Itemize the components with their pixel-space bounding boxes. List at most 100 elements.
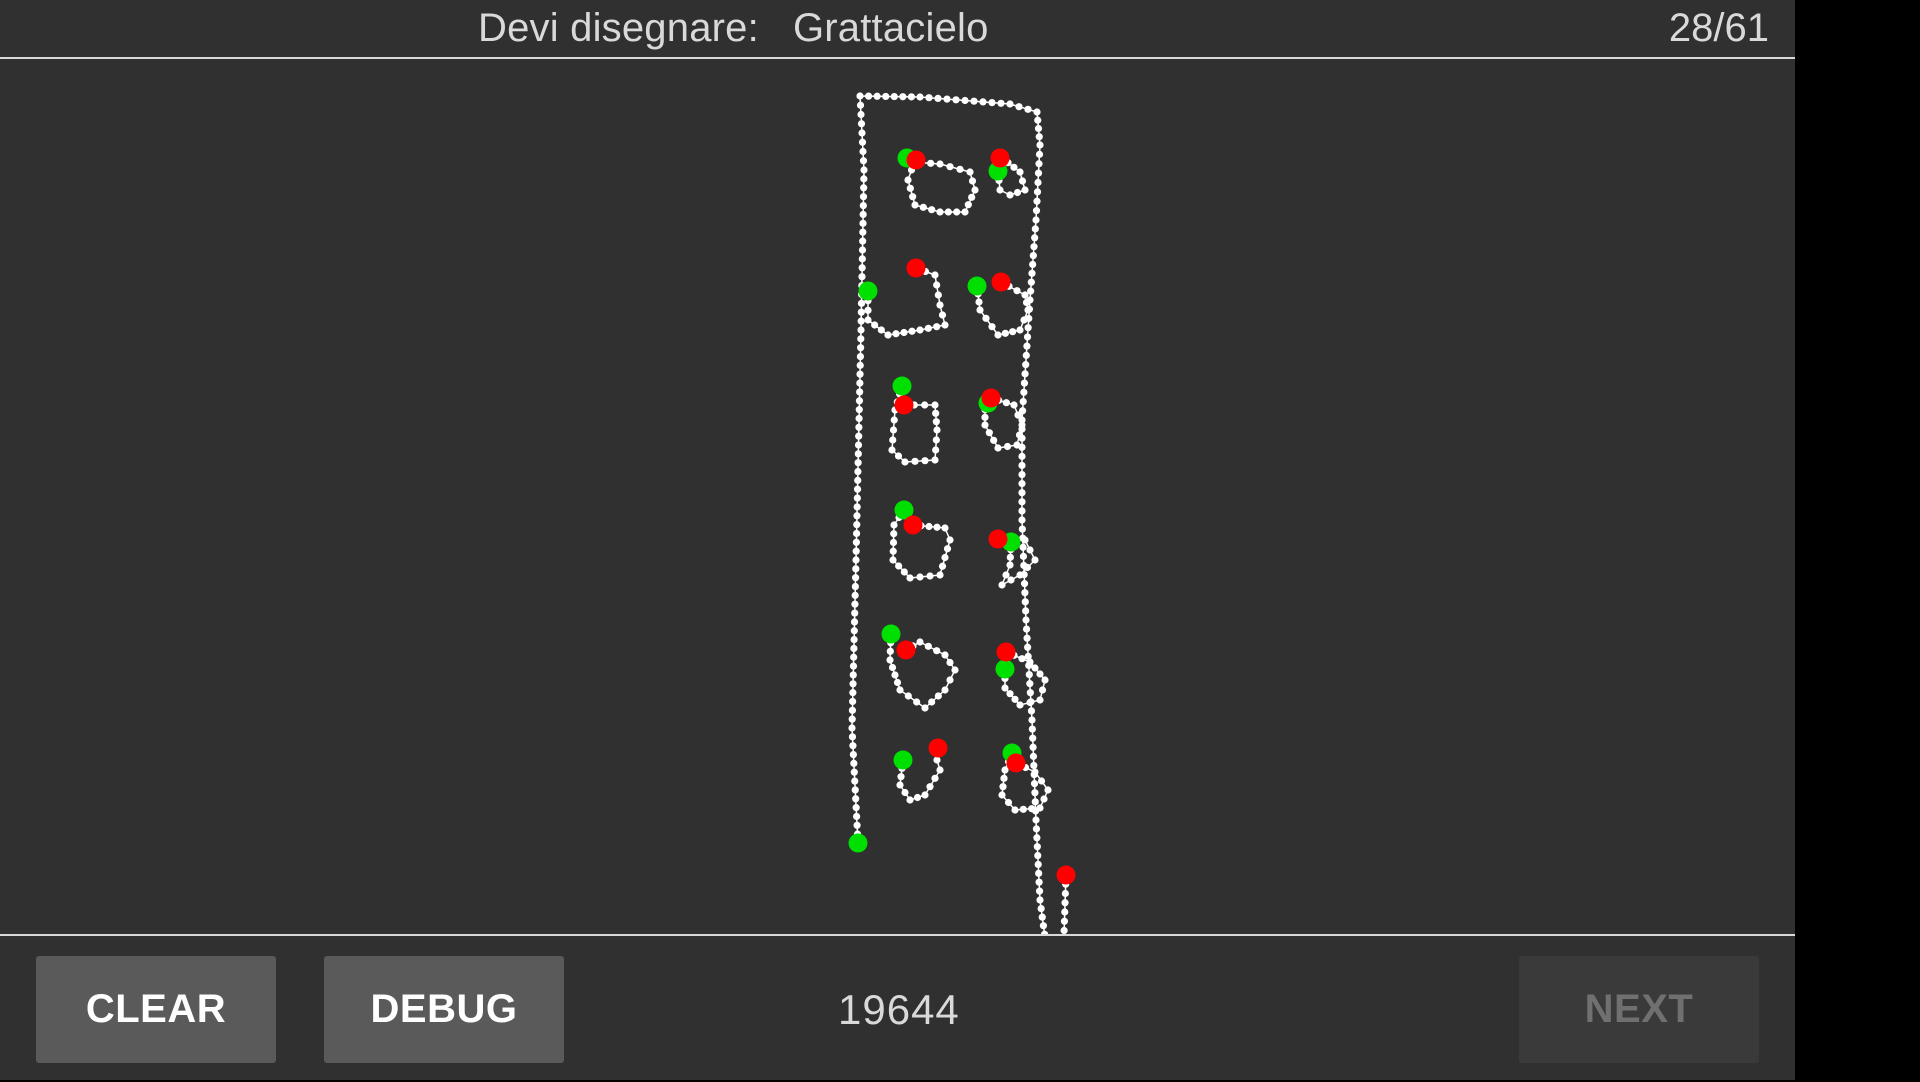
stroke-point <box>857 326 865 334</box>
stroke-point <box>907 93 916 101</box>
stroke-point <box>911 457 919 465</box>
stroke-start-marker <box>995 659 1015 679</box>
stroke-point <box>1027 278 1035 286</box>
stroke-point <box>1033 843 1041 851</box>
stroke-point <box>1023 342 1031 350</box>
stroke-point <box>853 485 862 493</box>
stroke-point <box>1037 777 1046 785</box>
stroke-point <box>1035 878 1043 886</box>
stroke-point <box>858 273 866 281</box>
stroke-point <box>936 301 944 309</box>
stroke-point <box>1031 556 1039 564</box>
stroke-point <box>1006 191 1014 199</box>
stroke-point <box>851 609 859 617</box>
stroke-point <box>936 571 944 579</box>
stroke-point <box>976 306 984 314</box>
stroke-point <box>1033 188 1042 196</box>
next-button[interactable]: NEXT <box>1519 956 1759 1063</box>
stroke-point <box>1028 269 1036 277</box>
stroke-point <box>856 101 865 109</box>
stroke-point <box>1030 761 1038 770</box>
stroke-point <box>849 671 857 679</box>
stroke-point <box>1019 397 1027 406</box>
stroke-point <box>998 581 1006 589</box>
stroke-point <box>859 201 867 210</box>
stroke-point <box>1041 676 1049 684</box>
stroke-end-marker <box>896 640 916 660</box>
stroke-point <box>961 96 969 105</box>
stroke-point <box>853 503 861 511</box>
stroke-point <box>985 429 993 437</box>
stroke-point <box>1034 860 1042 869</box>
stroke-point <box>1032 207 1041 215</box>
stroke-point <box>1018 452 1026 460</box>
stroke-point <box>1023 333 1032 341</box>
stroke-point <box>853 821 861 829</box>
stroke-point <box>906 574 914 582</box>
stroke-point <box>988 323 996 331</box>
progress-counter: 28/61 <box>1668 6 1769 50</box>
stroke-point <box>916 573 924 581</box>
stroke-point <box>848 715 856 723</box>
stroke-point <box>856 370 864 378</box>
stroke-point <box>858 129 866 137</box>
stroke-point <box>848 724 856 732</box>
stroke-point <box>857 335 865 343</box>
stroke-point <box>1033 108 1041 116</box>
stroke-point <box>1028 725 1036 733</box>
stroke-end-marker <box>991 272 1011 292</box>
stroke-point <box>1020 388 1028 396</box>
stroke-point <box>852 529 861 538</box>
stroke-point <box>850 618 859 626</box>
stroke-point <box>1021 598 1029 606</box>
stroke-point <box>854 441 863 449</box>
stroke-point <box>904 692 912 700</box>
stroke-point <box>998 791 1006 799</box>
stroke-point <box>1018 498 1026 506</box>
stroke-point <box>982 314 990 322</box>
stroke-point <box>864 306 872 314</box>
stroke-point <box>850 768 858 776</box>
stroke-point <box>953 208 961 216</box>
stroke-point <box>933 426 941 434</box>
stroke-point <box>858 246 867 254</box>
stroke-point <box>864 92 873 100</box>
stroke-point <box>889 436 897 444</box>
stroke-point <box>855 414 863 423</box>
stroke-point <box>968 193 976 201</box>
drawing-canvas[interactable] <box>0 59 1795 934</box>
stroke-point <box>1014 411 1022 419</box>
stroke-point <box>851 600 859 608</box>
debug-button[interactable]: DEBUG <box>324 956 564 1063</box>
stroke-point <box>919 203 927 211</box>
stroke-point <box>933 323 941 331</box>
stroke-point <box>931 271 939 279</box>
stroke-point <box>1035 887 1044 895</box>
stroke-point <box>925 522 933 531</box>
stroke-point <box>886 647 894 655</box>
stroke-point <box>964 201 972 209</box>
stroke-point <box>994 444 1002 452</box>
stroke-point <box>1018 507 1026 515</box>
stroke-point <box>1011 806 1019 814</box>
stroke-point <box>1060 926 1068 934</box>
stroke-point <box>851 591 859 599</box>
stroke-point <box>855 432 863 440</box>
stroke-point <box>1015 103 1023 111</box>
stroke-point <box>943 95 951 103</box>
stroke-point <box>1031 225 1039 233</box>
stroke-point <box>871 321 879 329</box>
stroke-point <box>921 457 929 465</box>
stroke-point <box>849 689 857 697</box>
clear-button[interactable]: CLEAR <box>36 956 276 1063</box>
stroke-point <box>1007 576 1015 584</box>
stroke-point <box>981 421 989 429</box>
stroke-point <box>1032 825 1041 833</box>
stroke-point <box>1022 361 1030 369</box>
stroke-point <box>1035 150 1044 158</box>
stroke-point <box>996 186 1004 194</box>
stroke-point <box>852 565 860 573</box>
stroke-point <box>849 742 857 750</box>
stroke-point <box>1010 163 1018 171</box>
stroke-point <box>900 328 908 337</box>
